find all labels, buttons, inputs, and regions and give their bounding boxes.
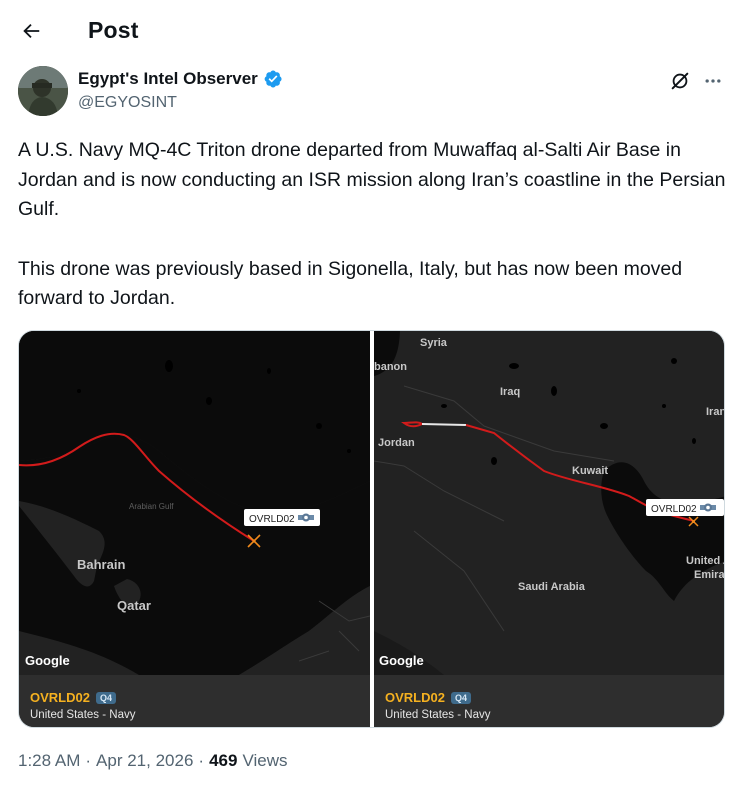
map-label-qatar: Qatar (117, 598, 151, 613)
top-bar: Post (0, 0, 749, 62)
media-grid: Arabian Gulf Bahrain Qatar OVRLD02 Googl… (18, 330, 725, 728)
author-handle[interactable]: @EGYOSINT (78, 94, 177, 112)
more-button[interactable] (700, 68, 726, 94)
avatar[interactable] (18, 66, 68, 116)
map-label-gulf: Arabian Gulf (129, 502, 174, 511)
flight-map-region[interactable]: Syria banon Iraq Iran Jordan Kuwait Saud… (374, 331, 725, 675)
map-label-syria: Syria (420, 337, 448, 349)
author-name[interactable]: Egypt's Intel Observer (78, 69, 258, 89)
post-paragraph: A U.S. Navy MQ-4C Triton drone departed … (18, 139, 726, 220)
grok-icon (671, 72, 689, 90)
flight-marker-label[interactable]: OVRLD02 (244, 509, 320, 526)
back-arrow-icon (23, 23, 40, 39)
callsign: OVRLD02 (30, 690, 90, 705)
operator: United States - Navy (385, 709, 491, 721)
grok-button[interactable] (667, 68, 693, 94)
post-text: A U.S. Navy MQ-4C Triton drone departed … (18, 136, 730, 314)
aircraft-type-badge: Q4 (450, 691, 471, 704)
map-label-saudi-arabia: Saudi Arabia (518, 581, 586, 593)
flight-info-footer[interactable]: OVRLD02 Q4 United States - Navy (19, 675, 370, 727)
page-title: Post (88, 17, 139, 43)
map-label-lebanon: banon (374, 361, 407, 373)
views-label: Views (242, 751, 288, 770)
operator: United States - Navy (30, 709, 136, 721)
author-name-row[interactable]: Egypt's Intel Observer (78, 69, 283, 89)
post-paragraph: This drone was previously based in Sigon… (18, 257, 683, 310)
post-time[interactable]: 1:28 AM (18, 751, 80, 771)
google-logo: Google (379, 653, 424, 668)
flight-marker-label[interactable]: OVRLD02 (646, 499, 724, 516)
media-card-left[interactable]: Arabian Gulf Bahrain Qatar OVRLD02 Googl… (19, 331, 370, 727)
aircraft-type-badge: Q4 (95, 691, 116, 704)
more-icon (705, 79, 721, 83)
callsign-row: OVRLD02 Q4 (385, 690, 471, 705)
map-label-uae-line2: Emirat (694, 569, 725, 581)
media-card-right[interactable]: Syria banon Iraq Iran Jordan Kuwait Saud… (374, 331, 725, 727)
avatar-image (18, 66, 68, 116)
callsign: OVRLD02 (385, 690, 445, 705)
views-count: 469 (209, 751, 238, 770)
google-logo: Google (25, 653, 70, 668)
flight-map-gulf[interactable]: Arabian Gulf Bahrain Qatar OVRLD02 Googl… (19, 331, 370, 675)
separator-dot: · (198, 751, 205, 770)
map-label-iran: Iran (706, 406, 725, 418)
callsign-row: OVRLD02 Q4 (30, 690, 116, 705)
marker-callsign: OVRLD02 (651, 504, 697, 515)
map-label-jordan: Jordan (378, 437, 415, 449)
map-label-bahrain: Bahrain (77, 557, 125, 572)
separator-dot: · (85, 751, 92, 770)
post-meta: 1:28 AM · Apr 21, 2026 · 469 Views (18, 751, 288, 771)
verified-badge-icon (264, 70, 282, 88)
map-label-kuwait: Kuwait (572, 465, 608, 477)
flight-track-white (421, 423, 467, 426)
map-label-uae-line1: United A (686, 555, 725, 567)
marker-callsign: OVRLD02 (249, 514, 295, 525)
post-date[interactable]: Apr 21, 2026 (96, 751, 193, 771)
map-label-iraq: Iraq (500, 386, 520, 398)
flight-info-footer[interactable]: OVRLD02 Q4 United States - Navy (374, 675, 724, 727)
back-button[interactable] (14, 14, 48, 48)
